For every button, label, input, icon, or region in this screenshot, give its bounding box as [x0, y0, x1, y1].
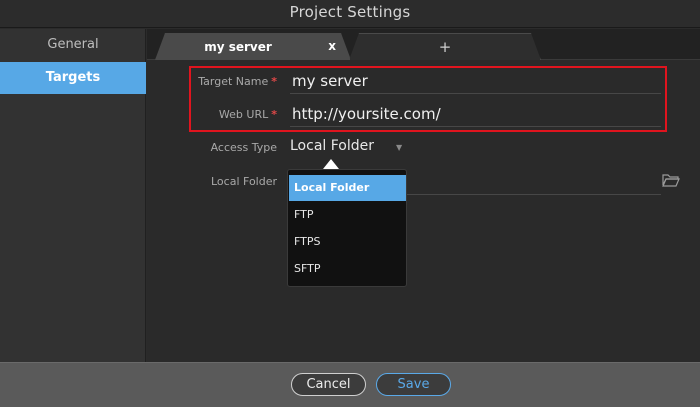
- web-url-input[interactable]: http://yoursite.com/: [290, 101, 661, 127]
- tab-my-server[interactable]: my server x: [155, 33, 351, 60]
- sidebar-item-general[interactable]: General: [0, 29, 146, 61]
- option-sftp[interactable]: SFTP: [289, 256, 406, 282]
- save-button[interactable]: Save: [376, 373, 451, 396]
- access-type-label: Access Type: [210, 141, 277, 154]
- project-settings-window: Project Settings General Targets my serv…: [0, 0, 700, 407]
- cancel-button[interactable]: Cancel: [291, 373, 366, 396]
- target-name-label: Target Name *: [147, 75, 277, 88]
- chevron-down-icon[interactable]: ▼: [396, 143, 402, 152]
- main-panel: my server x + Target Name * my server Web…: [147, 29, 700, 362]
- folder-open-icon[interactable]: [662, 173, 680, 187]
- access-type-dropdown: Local Folder FTP FTPS SFTP: [287, 169, 407, 287]
- plus-icon: +: [438, 38, 452, 56]
- add-tab-button[interactable]: +: [349, 33, 541, 60]
- local-folder-label: Local Folder: [211, 175, 277, 188]
- sidebar: General Targets: [0, 29, 146, 362]
- tab-strip: my server x +: [147, 29, 700, 60]
- option-ftp[interactable]: FTP: [289, 202, 406, 228]
- web-url-label: Web URL *: [147, 108, 277, 121]
- dropdown-pointer: [323, 159, 339, 169]
- required-marker: *: [271, 75, 277, 88]
- access-type-select[interactable]: Local Folder: [290, 138, 374, 154]
- option-ftps[interactable]: FTPS: [289, 229, 406, 255]
- required-marker: *: [271, 108, 277, 121]
- window-title: Project Settings: [289, 3, 411, 21]
- web-url-label-text: Web URL: [218, 108, 269, 121]
- title-bar: Project Settings: [0, 0, 700, 28]
- option-local-folder[interactable]: Local Folder: [289, 175, 406, 201]
- tab-close-button[interactable]: x: [328, 39, 336, 53]
- target-name-input[interactable]: my server: [290, 68, 661, 94]
- target-name-label-text: Target Name: [198, 75, 269, 88]
- sidebar-item-targets[interactable]: Targets: [0, 62, 146, 94]
- tab-label: my server: [204, 40, 272, 54]
- footer-bar: Cancel Save: [0, 362, 700, 407]
